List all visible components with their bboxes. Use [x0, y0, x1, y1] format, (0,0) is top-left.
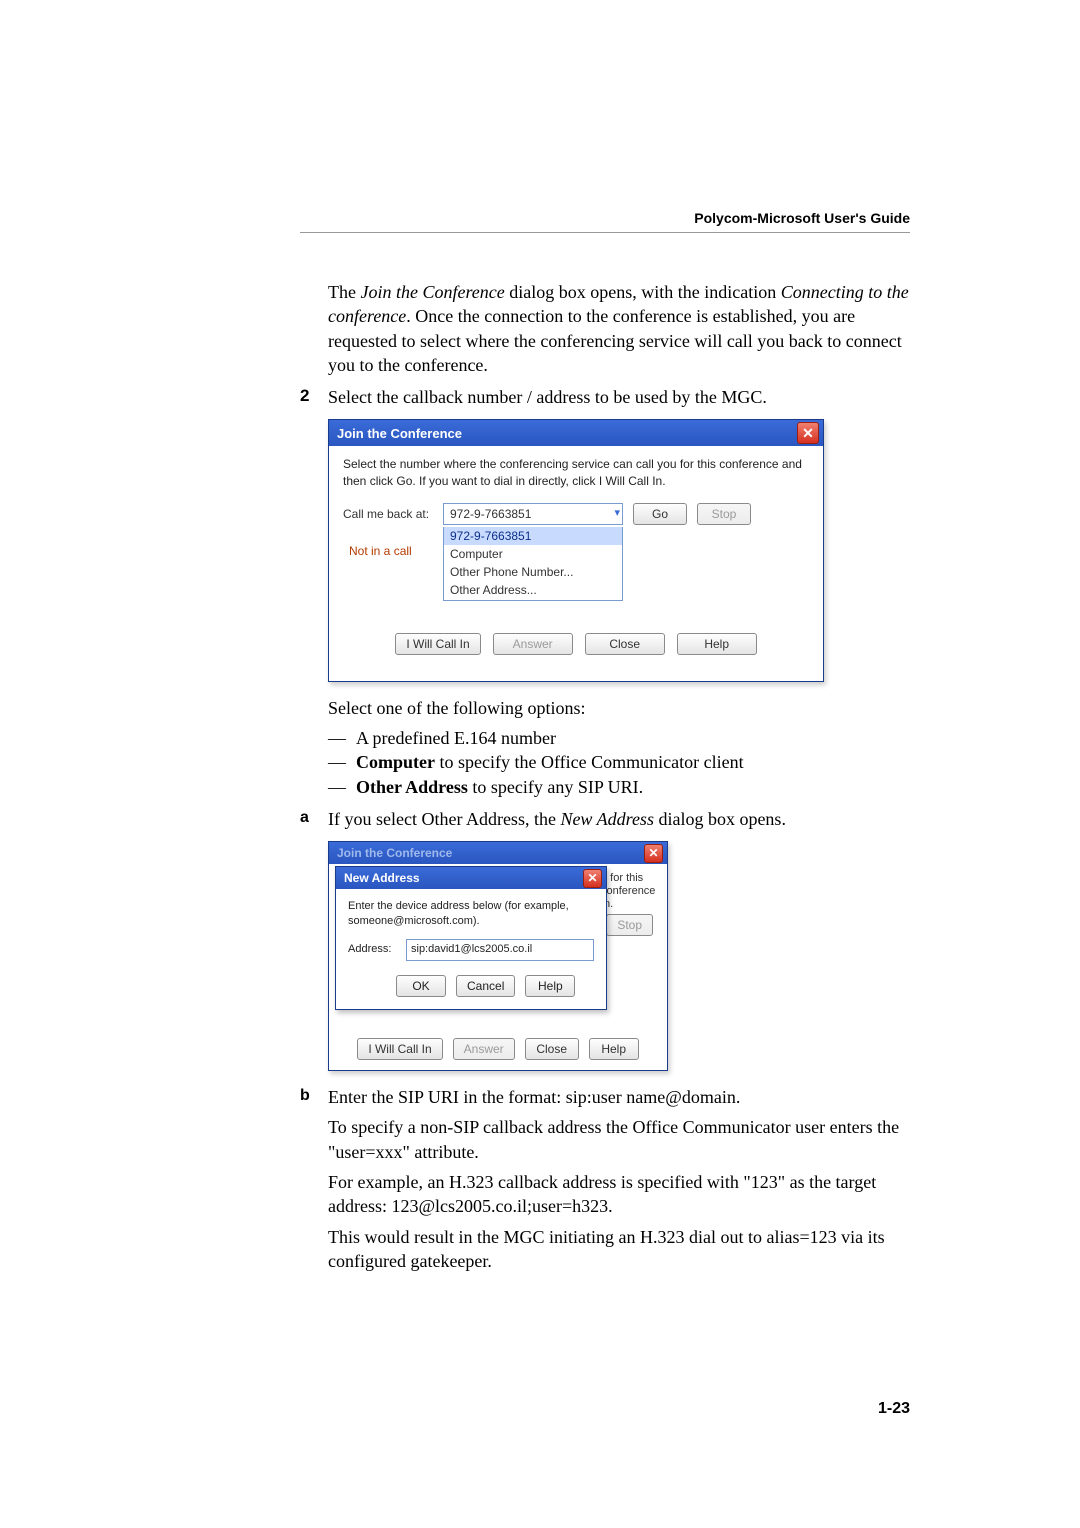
address-label: Address:: [348, 942, 396, 957]
dropdown-option[interactable]: Other Address...: [444, 581, 622, 599]
step-b-row: b Enter the SIP URI in the format: sip:u…: [300, 1085, 910, 1273]
close-icon[interactable]: ✕: [583, 869, 602, 888]
header-divider: [300, 232, 910, 233]
option-2-bold: Computer: [356, 752, 435, 772]
new-address-dialog-stack: Join the Conference ✕ u for this confere…: [328, 841, 668, 1071]
step-b-line3: For example, an H.323 callback address i…: [328, 1170, 910, 1219]
help-button[interactable]: Help: [589, 1038, 639, 1060]
step-b-line4: This would result in the MGC initiating …: [328, 1225, 910, 1274]
select-options-text: Select one of the following options:: [328, 696, 910, 720]
intro-mid1: dialog box opens, with the indication: [505, 282, 781, 302]
help-button[interactable]: Help: [525, 975, 575, 997]
step-a-pre: If you select Other Address, the: [328, 809, 560, 829]
step-2-row: 2 Select the callback number / address t…: [300, 385, 910, 409]
step-a-letter: a: [300, 807, 328, 831]
option-3-bold: Other Address: [356, 777, 468, 797]
outer-dialog-title: Join the Conference: [337, 845, 452, 861]
call-me-back-label: Call me back at:: [343, 506, 433, 522]
intro-em1: Join the Conference: [360, 282, 504, 302]
dropdown-option[interactable]: Other Phone Number...: [444, 563, 622, 581]
step-b-line2: To specify a non-SIP callback address th…: [328, 1115, 910, 1164]
dialog-title: Join the Conference: [337, 425, 462, 443]
step-a-post: dialog box opens.: [654, 809, 786, 829]
chevron-down-icon: ▾: [614, 506, 620, 521]
intro-post: . Once the connection to the conference …: [328, 306, 902, 375]
option-1: A predefined E.164 number: [356, 726, 910, 750]
page-number: 1-23: [878, 1400, 910, 1418]
answer-button[interactable]: Answer: [453, 1038, 515, 1060]
dropdown-option[interactable]: Computer: [444, 545, 622, 563]
step-a-text: If you select Other Address, the New Add…: [328, 807, 910, 831]
option-2-rest: to specify the Office Communicator clien…: [435, 752, 744, 772]
new-address-dialog: New Address ✕ Enter the device address b…: [335, 866, 607, 1010]
dialog-titlebar: Join the Conference ✕: [329, 420, 823, 446]
behind-text-fragment: u for this conference In.: [601, 872, 657, 912]
help-button[interactable]: Help: [677, 633, 757, 655]
address-value: sip:david1@lcs2005.co.il: [411, 942, 532, 957]
join-conference-dialog: Join the Conference ✕ Select the number …: [328, 419, 824, 681]
answer-button[interactable]: Answer: [493, 633, 573, 655]
inner-dialog-title: New Address: [344, 870, 420, 886]
stop-button-behind[interactable]: Stop: [606, 914, 653, 936]
ok-button[interactable]: OK: [396, 975, 446, 997]
dropdown-option[interactable]: 972-9-7663851: [444, 527, 622, 545]
option-2: Computer to specify the Office Communica…: [356, 750, 910, 774]
step-b-line1: Enter the SIP URI in the format: sip:use…: [328, 1085, 910, 1109]
inner-instruction: Enter the device address below (for exam…: [348, 899, 594, 929]
header-guide-title: Polycom-Microsoft User's Guide: [694, 210, 910, 226]
step-2-text: Select the callback number / address to …: [328, 385, 910, 409]
dialog-instruction: Select the number where the conferencing…: [343, 456, 809, 488]
step-a-em: New Address: [560, 809, 654, 829]
intro-pre: The: [328, 282, 360, 302]
dash-bullet: —: [328, 726, 356, 750]
callback-dropdown-list[interactable]: 972-9-7663851 Computer Other Phone Numbe…: [443, 527, 623, 601]
inner-dialog-titlebar: New Address ✕: [336, 867, 606, 889]
option-3-rest: to specify any SIP URI.: [468, 777, 643, 797]
not-in-a-call-status: Not in a call: [349, 543, 412, 559]
callback-combobox[interactable]: 972-9-7663851 ▾: [443, 503, 623, 525]
step-a-row: a If you select Other Address, the New A…: [300, 807, 910, 831]
address-input[interactable]: sip:david1@lcs2005.co.il: [406, 939, 594, 961]
stop-button[interactable]: Stop: [697, 503, 751, 525]
intro-paragraph: The Join the Conference dialog box opens…: [328, 280, 910, 377]
i-will-call-in-button[interactable]: I Will Call In: [395, 633, 480, 655]
callback-selected-value: 972-9-7663851: [450, 506, 531, 522]
option-3: Other Address to specify any SIP URI.: [356, 775, 910, 799]
dash-bullet: —: [328, 775, 356, 799]
close-button[interactable]: Close: [585, 633, 665, 655]
step-b-letter: b: [300, 1085, 328, 1273]
i-will-call-in-button[interactable]: I Will Call In: [357, 1038, 442, 1060]
close-icon[interactable]: ✕: [644, 844, 663, 863]
step-2-number: 2: [300, 385, 328, 409]
close-icon[interactable]: ✕: [797, 422, 819, 444]
close-button[interactable]: Close: [525, 1038, 579, 1060]
outer-dialog-titlebar: Join the Conference ✕: [329, 842, 667, 864]
options-list: —A predefined E.164 number —Computer to …: [328, 726, 910, 799]
cancel-button[interactable]: Cancel: [456, 975, 515, 997]
dash-bullet: —: [328, 750, 356, 774]
go-button[interactable]: Go: [633, 503, 687, 525]
